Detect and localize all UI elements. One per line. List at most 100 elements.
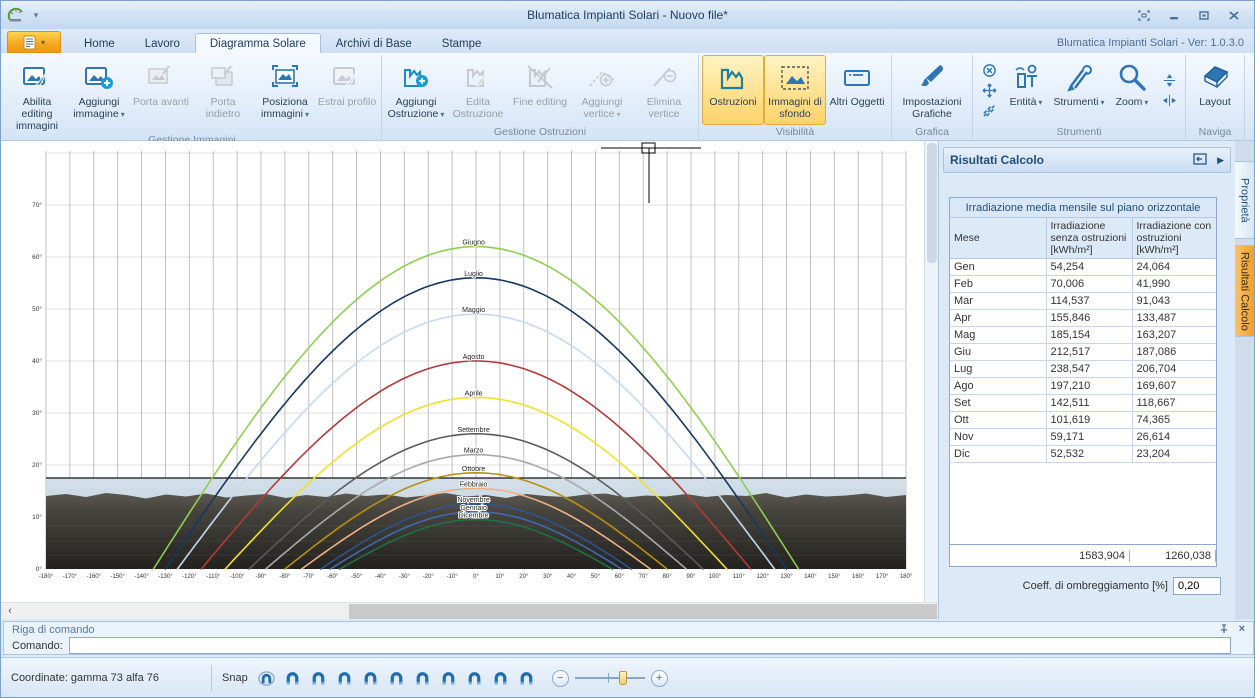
estrai-profilo-button: Estrai profilo bbox=[316, 55, 378, 133]
edita-ostruzione-button: Edita Ostruzione bbox=[447, 55, 509, 125]
tab-proprieta[interactable]: Proprietà bbox=[1235, 161, 1255, 239]
ribbon: Abilita editing immagini Aggiungi immagi… bbox=[1, 53, 1254, 141]
close-button[interactable] bbox=[1226, 8, 1242, 22]
ostruzioni-toggle-button[interactable]: Ostruzioni bbox=[702, 55, 764, 125]
svg-text:-120°: -120° bbox=[182, 574, 197, 580]
layout-button[interactable]: Layout bbox=[1189, 55, 1241, 125]
svg-text:80°: 80° bbox=[663, 574, 673, 580]
total-senza-ostruzioni: 1583,904 bbox=[1044, 550, 1130, 562]
zoom-slider-handle[interactable] bbox=[619, 671, 627, 685]
table-row[interactable]: Mar114,53791,043 bbox=[950, 293, 1216, 310]
scroll-left-icon[interactable]: ‹ bbox=[1, 605, 19, 617]
minimize-button[interactable] bbox=[1166, 8, 1182, 22]
aggiungi-ostruzione-button[interactable]: Aggiungi Ostruzione▾ bbox=[385, 55, 447, 125]
snap-insertion-button[interactable] bbox=[438, 668, 460, 689]
dock-panel-icon[interactable] bbox=[1193, 153, 1207, 168]
vertical-scrollbar[interactable] bbox=[924, 141, 938, 602]
table-row[interactable]: Feb70,00641,990 bbox=[950, 276, 1216, 293]
snap-section: Snap bbox=[211, 665, 538, 691]
shading-coefficient-input[interactable] bbox=[1173, 577, 1221, 595]
image-add-icon bbox=[83, 60, 115, 96]
svg-text:120°: 120° bbox=[756, 574, 769, 580]
aggiungi-immagine-button[interactable]: Aggiungi immagine▾ bbox=[68, 55, 130, 133]
table-cell: 118,667 bbox=[1132, 395, 1216, 412]
snap-node-button[interactable] bbox=[334, 668, 356, 689]
delete-object-icon[interactable] bbox=[980, 62, 998, 78]
table-cell: 185,154 bbox=[1046, 327, 1132, 344]
snap-endpoint-button[interactable] bbox=[282, 668, 304, 689]
table-row[interactable]: Ago197,210169,607 bbox=[950, 378, 1216, 395]
table-cell: Nov bbox=[950, 429, 1046, 446]
zoom-out-button[interactable]: − bbox=[552, 670, 569, 687]
horizontal-scrollbar[interactable]: ‹ bbox=[1, 602, 938, 619]
split-vertical-icon[interactable] bbox=[1160, 92, 1178, 108]
table-row[interactable]: Apr155,846133,487 bbox=[950, 310, 1216, 327]
group-label: Strumenti bbox=[976, 125, 1182, 140]
snap-toggle-button[interactable] bbox=[256, 668, 278, 689]
tab-diagramma-solare[interactable]: Diagramma Solare bbox=[195, 33, 321, 53]
svg-text:50°: 50° bbox=[32, 305, 42, 313]
table-row[interactable]: Lug238,547206,704 bbox=[950, 361, 1216, 378]
svg-text:-160°: -160° bbox=[87, 574, 102, 580]
table-row[interactable]: Giu212,517187,086 bbox=[950, 344, 1216, 361]
table-cell: 54,254 bbox=[1046, 259, 1132, 276]
table-row[interactable]: Ott101,61974,365 bbox=[950, 412, 1216, 429]
tab-archivi-di-base[interactable]: Archivi di Base bbox=[321, 33, 427, 53]
column-header-senza-ostruzioni[interactable]: Irradiazione senza ostruzioni [kWh/m²] bbox=[1046, 218, 1132, 259]
table-cell: Lug bbox=[950, 361, 1046, 378]
snap-perpendicular-button[interactable] bbox=[386, 668, 408, 689]
entita-button[interactable]: Entità▾ bbox=[1002, 55, 1050, 125]
table-row[interactable]: Dic52,53223,204 bbox=[950, 446, 1216, 463]
fullscreen-button[interactable] bbox=[1136, 8, 1152, 22]
snap-midpoint-button[interactable] bbox=[308, 668, 330, 689]
strumenti-button[interactable]: Strumenti▾ bbox=[1050, 55, 1108, 125]
application-menu-button[interactable]: ▾ bbox=[7, 31, 61, 53]
solar-diagram-chart[interactable]: 0°10°20°30°40°50°60°70°GiugnoLuglioMaggi… bbox=[1, 141, 924, 602]
results-panel-header: Risultati Calcolo ▶ bbox=[943, 147, 1231, 173]
column-header-con-ostruzioni[interactable]: Irradiazione con ostruzioni [kWh/m²] bbox=[1132, 218, 1216, 259]
zoom-in-button[interactable]: + bbox=[651, 670, 668, 687]
abilita-editing-immagini-button[interactable]: Abilita editing immagini bbox=[6, 55, 68, 133]
immagini-di-sfondo-toggle-button[interactable]: Immagini di sfondo bbox=[764, 55, 826, 125]
zoom-slider[interactable] bbox=[575, 671, 645, 685]
close-panel-icon[interactable]: × bbox=[1239, 624, 1245, 637]
table-row[interactable]: Mag185,154163,207 bbox=[950, 327, 1216, 344]
tab-home[interactable]: Home bbox=[69, 33, 130, 53]
column-header-mese[interactable]: Mese bbox=[950, 218, 1046, 259]
move-icon[interactable] bbox=[980, 82, 998, 98]
obstruction-add-icon bbox=[400, 60, 432, 96]
command-prompt-label: Comando: bbox=[12, 640, 63, 652]
posiziona-immagini-button[interactable]: Posiziona immagini▾ bbox=[254, 55, 316, 133]
vertical-scrollbar-thumb[interactable] bbox=[927, 143, 937, 263]
snap-center-button[interactable] bbox=[490, 668, 512, 689]
command-panel: Riga di comando × Comando: bbox=[3, 621, 1254, 655]
snap-vertical-button[interactable] bbox=[412, 668, 434, 689]
snap-nearest-button[interactable] bbox=[516, 668, 538, 689]
svg-text:Agosto: Agosto bbox=[463, 354, 485, 361]
tab-stampe[interactable]: Stampe bbox=[427, 33, 497, 53]
tab-lavoro[interactable]: Lavoro bbox=[130, 33, 195, 53]
zoom-button[interactable]: Zoom▾ bbox=[1108, 55, 1156, 125]
bring-forward-icon bbox=[145, 60, 177, 96]
table-row[interactable]: Gen54,25424,064 bbox=[950, 259, 1216, 276]
table-row[interactable]: Set142,511118,667 bbox=[950, 395, 1216, 412]
altri-oggetti-button[interactable]: Altri Oggetti bbox=[826, 55, 888, 125]
split-horizontal-icon[interactable] bbox=[1160, 72, 1178, 88]
maximize-button[interactable] bbox=[1196, 8, 1212, 22]
irradiation-table: Mese Irradiazione senza ostruzioni [kWh/… bbox=[950, 218, 1216, 463]
command-input[interactable] bbox=[69, 637, 1231, 654]
hatch-icon[interactable] bbox=[980, 102, 998, 118]
group-visibilita: Ostruzioni Immagini di sfondo Altri Ogge… bbox=[699, 55, 892, 140]
drawing-canvas[interactable]: 0°10°20°30°40°50°60°70°GiugnoLuglioMaggi… bbox=[1, 141, 924, 619]
snap-quadrant-button[interactable] bbox=[464, 668, 486, 689]
svg-text:30°: 30° bbox=[32, 409, 42, 417]
expand-panel-icon[interactable]: ▶ bbox=[1217, 155, 1224, 166]
table-cell: 142,511 bbox=[1046, 395, 1132, 412]
tab-risultati-calcolo[interactable]: Risultati Calcolo bbox=[1235, 245, 1255, 337]
pin-icon[interactable] bbox=[1219, 624, 1229, 637]
snap-intersection-button[interactable] bbox=[360, 668, 382, 689]
impostazioni-grafiche-button[interactable]: Impostazioni Grafiche bbox=[895, 55, 969, 125]
horizontal-scrollbar-thumb[interactable] bbox=[349, 604, 937, 619]
table-row[interactable]: Nov59,17126,614 bbox=[950, 429, 1216, 446]
table-cell: 52,532 bbox=[1046, 446, 1132, 463]
